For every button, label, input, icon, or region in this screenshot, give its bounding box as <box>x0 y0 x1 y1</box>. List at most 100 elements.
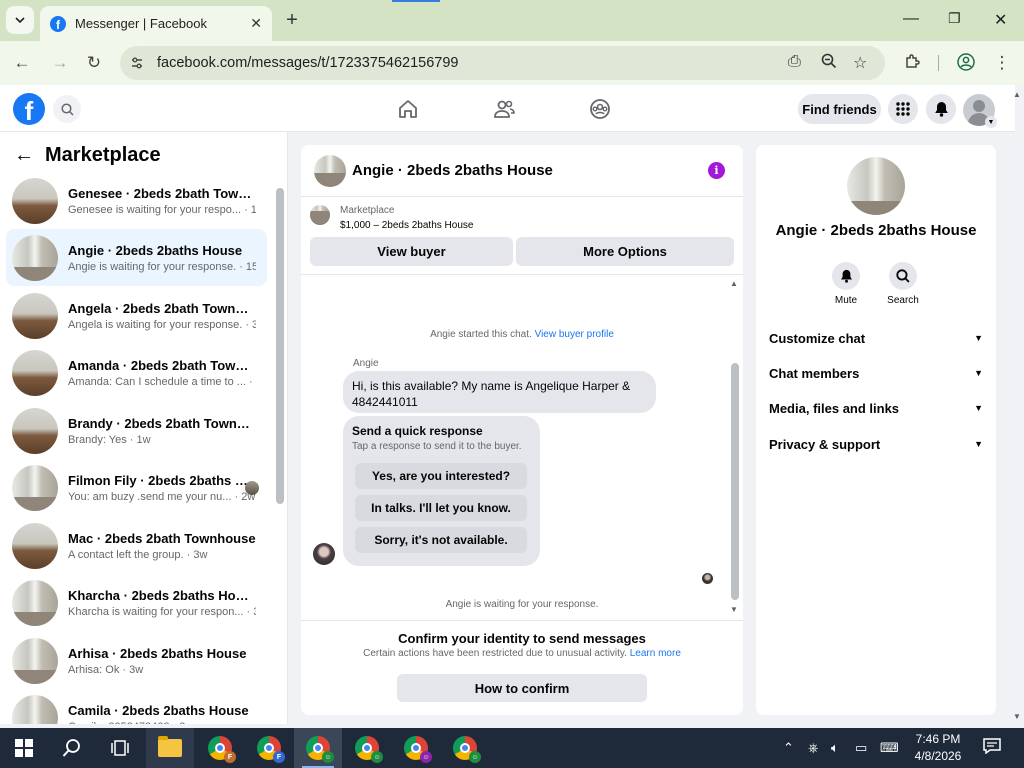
groups-nav-icon[interactable] <box>588 97 612 121</box>
facebook-logo[interactable]: f <box>13 93 45 125</box>
learn-more-link[interactable]: Learn more <box>630 648 681 659</box>
volume-icon[interactable]: 🔈︎ <box>831 740 839 756</box>
start-button[interactable] <box>0 728 48 768</box>
find-friends-button[interactable]: Find friends <box>798 94 881 124</box>
media-files-links-section[interactable]: Media, files and links ▼ <box>769 397 983 419</box>
chrome-taskbar-button-active[interactable]: ☺ <box>294 728 342 768</box>
task-view-button[interactable] <box>96 728 144 768</box>
close-tab-icon[interactable]: ✕ <box>250 15 262 32</box>
window-close-icon[interactable]: ✕ <box>994 10 1007 30</box>
chrome-menu-icon[interactable]: ⋮ <box>992 53 1012 73</box>
minimize-icon[interactable]: — <box>903 10 919 28</box>
quick-response-title: Send a quick response <box>352 424 483 438</box>
grid-icon <box>896 102 910 116</box>
extensions-icon[interactable] <box>902 53 922 75</box>
bell-icon <box>934 102 948 117</box>
list-item[interactable]: Angela · 2beds 2bath Townhouse Angela is … <box>6 287 267 344</box>
chrome-taskbar-button[interactable]: ☺ <box>441 728 489 768</box>
scrollbar[interactable] <box>276 188 284 504</box>
facebook-search-button[interactable] <box>53 95 81 123</box>
site-info-icon[interactable] <box>125 51 149 75</box>
notifications-button[interactable] <box>926 94 956 124</box>
back-arrow-icon[interactable]: ← <box>14 144 36 167</box>
profile-icon[interactable] <box>956 53 976 76</box>
list-item[interactable]: Camila · 2beds 2baths House Camila: 83524… <box>6 689 267 724</box>
privacy-support-section[interactable]: Privacy & support ▼ <box>769 433 983 455</box>
show-hidden-icons-chevron-icon[interactable]: ⌃ <box>783 740 794 756</box>
system-clock[interactable]: 7:46 PM 4/8/2026 <box>905 731 971 765</box>
search-icon <box>896 269 910 283</box>
divider <box>301 274 743 275</box>
install-app-icon[interactable]: ⎙ <box>788 53 801 71</box>
list-item[interactable]: Amanda · 2beds 2bath Townho... Amanda: Ca… <box>6 344 267 401</box>
listing-summary[interactable]: Marketplace $1,000 – 2beds 2baths House <box>310 205 473 231</box>
back-icon[interactable]: ← <box>12 53 32 73</box>
conversation-name: Arhisa · 2beds 2baths House <box>68 645 247 661</box>
friends-nav-icon[interactable] <box>492 97 516 121</box>
reload-icon[interactable]: ↻ <box>84 53 104 73</box>
notification-center-icon[interactable] <box>983 738 1001 757</box>
page-scroll-up-arrow[interactable]: ▲ <box>1013 90 1021 99</box>
mute-button[interactable]: Mute <box>816 262 876 306</box>
conversation-text: Amanda · 2beds 2bath Townho... Amanda: Ca… <box>68 358 256 388</box>
keyboard-icon[interactable]: ⌨ <box>880 740 899 756</box>
forward-icon[interactable]: → <box>50 53 70 73</box>
quick-response-button[interactable]: Sorry, it's not available. <box>355 527 527 553</box>
quick-response-button[interactable]: In talks. I'll let you know. <box>355 495 527 521</box>
file-explorer-button[interactable] <box>146 728 194 768</box>
list-item[interactable]: Brandy · 2beds 2bath Townhouse Brandy: Ye… <box>6 402 267 459</box>
started-text: Angie started this chat. <box>430 329 532 340</box>
browser-tab-messenger[interactable]: f Messenger | Facebook ✕ <box>40 6 272 41</box>
bookmark-star-icon[interactable]: ☆ <box>853 53 867 73</box>
view-buyer-profile-link[interactable]: View buyer profile <box>535 329 614 340</box>
seen-receipt-avatar <box>245 481 259 495</box>
list-item[interactable]: Filmon Fily · 2beds 2baths Ho... You: am … <box>6 459 267 516</box>
search-conversation-button[interactable]: Search <box>873 262 933 306</box>
contact-avatar[interactable] <box>847 157 905 215</box>
section-label: Chat members <box>769 365 860 381</box>
list-item[interactable]: Genesee · 2beds 2bath Townho... Genesee i… <box>6 172 267 229</box>
restore-icon[interactable]: ❐ <box>948 10 961 27</box>
chrome-taskbar-button[interactable]: F <box>196 728 244 768</box>
divider <box>301 620 743 621</box>
view-buyer-button[interactable]: View buyer <box>310 237 513 266</box>
list-item[interactable]: Arhisa · 2beds 2baths House Arhisa: Ok · … <box>6 632 267 689</box>
quick-response-button[interactable]: Yes, are you interested? <box>355 463 527 489</box>
chrome-taskbar-button[interactable]: ☺ <box>392 728 440 768</box>
page-scroll-down-arrow[interactable]: ▼ <box>1013 712 1021 721</box>
tab-search-button[interactable] <box>6 6 34 34</box>
sender-avatar[interactable] <box>313 543 335 565</box>
chat-title[interactable]: Angie · 2beds 2baths House <box>352 162 553 179</box>
zoom-icon[interactable] <box>821 53 837 74</box>
new-tab-button[interactable]: + <box>283 9 301 31</box>
how-to-confirm-button[interactable]: How to confirm <box>397 674 647 702</box>
more-options-button[interactable]: More Options <box>516 237 734 266</box>
contact-name: Angie · 2beds 2baths House <box>775 222 977 239</box>
home-nav-icon[interactable] <box>396 97 420 121</box>
chevron-down-icon[interactable]: ▼ <box>985 116 997 128</box>
chat-header: Angie · 2beds 2baths House i <box>301 145 743 197</box>
conversation-preview: Arhisa: Ok · 3w <box>68 663 144 676</box>
info-icon[interactable]: i <box>708 162 725 179</box>
address-bar[interactable]: facebook.com/messages/t/1723375462156799… <box>120 46 885 80</box>
chrome-taskbar-button[interactable]: F <box>245 728 293 768</box>
list-item[interactable]: Angie · 2beds 2baths House Angie is waiti… <box>6 229 267 286</box>
conversation-name: Mac · 2beds 2bath Townhouse <box>68 530 256 546</box>
conversation-preview: You: am buzy .send me your nu... · 2w <box>68 490 256 503</box>
listing-thumbnail <box>12 349 58 396</box>
list-item[interactable]: Mac · 2beds 2bath Townhouse A contact lef… <box>6 517 267 574</box>
meet-now-icon[interactable]: ⎈ <box>808 740 818 756</box>
list-item[interactable]: Kharcha · 2beds 2baths House Kharcha is w… <box>6 574 267 631</box>
scroll-up-arrow[interactable]: ▲ <box>730 279 738 288</box>
chrome-taskbar-button[interactable]: ☺ <box>343 728 391 768</box>
search-taskbar-button[interactable] <box>48 728 96 768</box>
chat-listing-thumbnail[interactable] <box>314 154 346 187</box>
chat-scrollbar[interactable] <box>731 363 739 600</box>
confirm-identity-subtitle: Certain actions have been restricted due… <box>301 648 743 659</box>
chat-members-section[interactable]: Chat members ▼ <box>769 362 983 384</box>
network-icon[interactable]: ▭ <box>855 740 867 756</box>
menu-grid-button[interactable] <box>888 94 918 124</box>
customize-chat-section[interactable]: Customize chat ▼ <box>769 327 983 349</box>
conversation-name: Angie · 2beds 2baths House <box>68 242 243 258</box>
search-label: Search <box>887 295 919 306</box>
